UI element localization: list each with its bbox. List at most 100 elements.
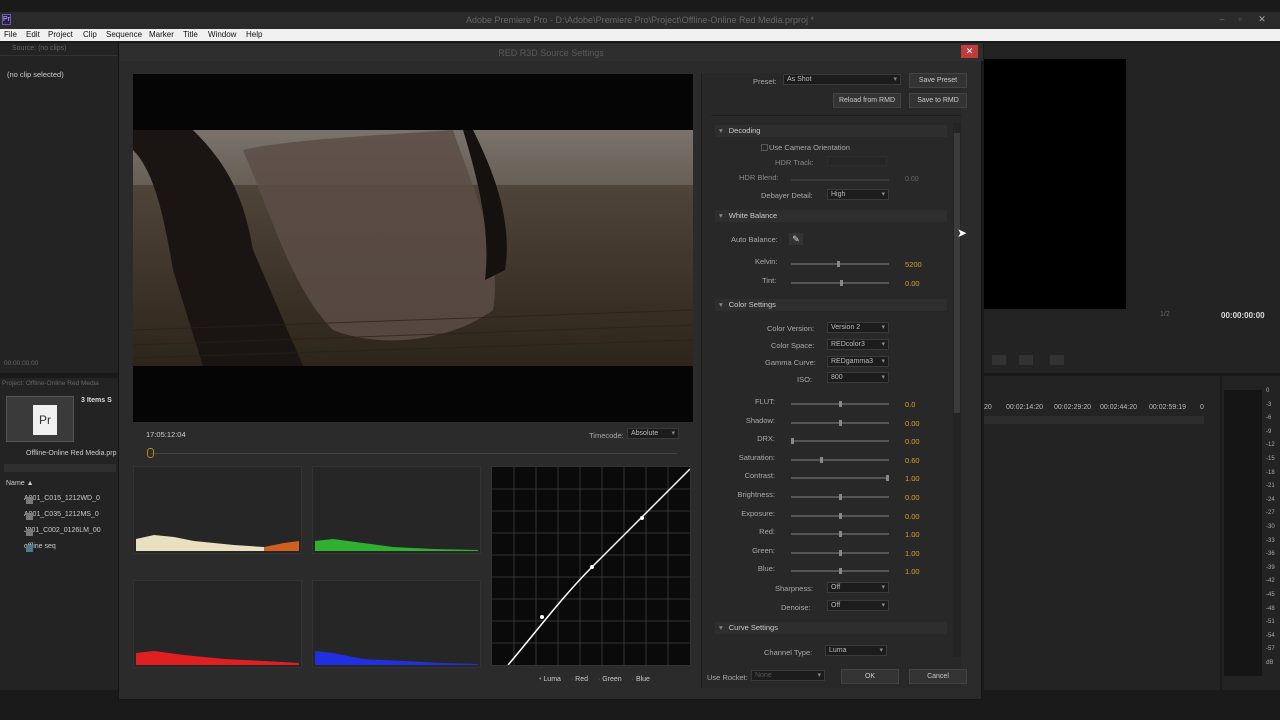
adjustment-slider[interactable] [791,512,889,519]
slider-knob[interactable] [791,438,794,445]
scrollbar-thumb[interactable] [954,133,960,413]
adjustment-slider[interactable] [791,438,889,445]
curve-editor[interactable] [491,466,691,666]
search-input[interactable] [4,464,116,472]
adjustment-slider[interactable] [791,494,889,500]
zoom-fraction[interactable]: 1/2 [1160,311,1170,318]
adjustment-slider[interactable] [791,549,889,556]
menu-clip[interactable]: Clip [83,30,97,39]
hdr-blend-slider[interactable] [791,179,889,181]
sharpness-select[interactable]: Off [827,582,889,593]
adjustment-slider[interactable] [791,401,889,407]
hdr-blend-value[interactable]: 0.00 [905,176,919,183]
preset-value: As Shot [787,76,812,83]
name-column-header[interactable]: Name ▲ [6,480,34,487]
kelvin-slider[interactable] [791,261,889,267]
menu-help[interactable]: Help [246,30,262,39]
tint-slider[interactable] [791,280,889,286]
menu-project[interactable]: Project [48,30,73,39]
hdr-track-select[interactable] [827,156,887,166]
menu-marker[interactable]: Marker [149,30,174,39]
slider-value[interactable]: 0.00 [905,493,920,502]
project-thumbnail[interactable]: Pr [6,396,74,442]
kelvin-value[interactable]: 5200 [905,260,922,269]
menu-file[interactable]: File [4,30,17,39]
kelvin-slider-knob[interactable] [837,261,840,267]
debayer-detail-select[interactable]: High [827,189,889,200]
channel-blue[interactable]: Blue [636,676,650,683]
project-tab[interactable]: Project: Offline-Online Red Media [2,380,99,387]
adjustment-slider[interactable] [791,419,889,426]
slider-label: Contrast: [744,471,775,481]
white-balance-section-header[interactable]: White Balance [715,210,947,222]
export-frame-icon[interactable] [992,355,1006,365]
settings-scrollbar[interactable] [953,123,961,657]
slider-knob[interactable] [839,512,842,519]
slider-value[interactable]: 1.00 [905,530,920,539]
eyedropper-icon[interactable]: ✎ [789,233,803,245]
close-icon[interactable]: ✕ [961,45,978,58]
cancel-button[interactable]: Cancel [909,669,967,684]
adjustment-slider[interactable] [791,475,889,482]
color-space-select[interactable]: REDcolor3 [827,339,889,350]
minimize-icon[interactable]: – [1214,14,1230,26]
meter-tick-label: 0 [1266,388,1270,394]
slider-value[interactable]: 1.00 [905,549,920,558]
channel-type-select[interactable]: Luma [825,645,887,656]
menu-sequence[interactable]: Sequence [106,30,142,39]
tint-value[interactable]: 0.00 [905,279,920,288]
slider-value[interactable]: 0.60 [905,456,920,465]
close-window-icon[interactable]: ✕ [1254,14,1270,26]
slider-value[interactable]: 1.00 [905,474,920,483]
lift-icon[interactable] [1019,355,1033,365]
slider-value[interactable]: 0.00 [905,437,920,446]
playhead-handle[interactable] [147,448,154,458]
slider-knob[interactable] [839,419,842,426]
color-version-select[interactable]: Version 2 [827,322,889,333]
tint-slider-knob[interactable] [840,280,843,286]
adjustment-slider[interactable] [791,456,889,463]
slider-value[interactable]: 0.00 [905,419,920,428]
slider-knob[interactable] [839,549,842,556]
title-bar: Adobe Premiere Pro - D:\Adobe\Premiere P… [0,12,1280,29]
channel-green[interactable]: Green [602,676,621,683]
slider-value[interactable]: 1.00 [905,567,920,576]
save-to-rmd-button[interactable]: Save to RMD [909,93,967,108]
slider-knob[interactable] [839,401,842,407]
denoise-select[interactable]: Off [827,600,889,611]
timeline-track[interactable] [984,416,1204,424]
slider-knob[interactable] [839,568,842,575]
channel-luma[interactable]: Luma [543,676,561,683]
slider-knob[interactable] [886,475,889,482]
use-rocket-select[interactable]: None [751,670,825,681]
extract-icon[interactable] [1050,355,1064,365]
menu-title[interactable]: Title [183,30,198,39]
slider-value[interactable]: 0.00 [905,512,920,521]
preset-select[interactable]: As Shot [783,74,901,85]
list-item[interactable]: A001_C015_1212WD_0 [24,495,100,502]
ok-button[interactable]: OK [841,669,899,684]
menu-edit[interactable]: Edit [26,30,40,39]
gamma-curve-select[interactable]: REDgamma3 [827,356,889,367]
menu-window[interactable]: Window [208,30,236,39]
adjustment-slider[interactable] [791,568,889,575]
scrubber-track[interactable] [151,453,677,454]
slider-value[interactable]: 0.0 [905,400,915,409]
adjustment-slider[interactable] [791,531,889,538]
decoding-section-header[interactable]: Decoding [715,125,947,137]
list-item[interactable]: A001_C035_1212MS_0 [24,511,99,518]
iso-select[interactable]: 800 [827,372,889,383]
list-item[interactable]: J001_C002_0126LM_00 [24,527,101,534]
source-tab[interactable]: Source: (no clips) [12,45,66,52]
use-camera-orientation-checkbox[interactable] [761,144,768,151]
reload-from-rmd-button[interactable]: Reload from RMD [833,93,901,108]
channel-red[interactable]: Red [575,676,588,683]
color-settings-section-header[interactable]: Color Settings [715,299,947,311]
timecode-mode-select[interactable]: Absolute [627,428,679,439]
curve-settings-section-header[interactable]: Curve Settings [715,622,947,634]
slider-knob[interactable] [839,531,842,538]
save-preset-button[interactable]: Save Preset [909,73,967,88]
maximize-icon[interactable]: ▫ [1232,14,1248,26]
slider-knob[interactable] [839,494,842,500]
slider-knob[interactable] [820,456,823,463]
